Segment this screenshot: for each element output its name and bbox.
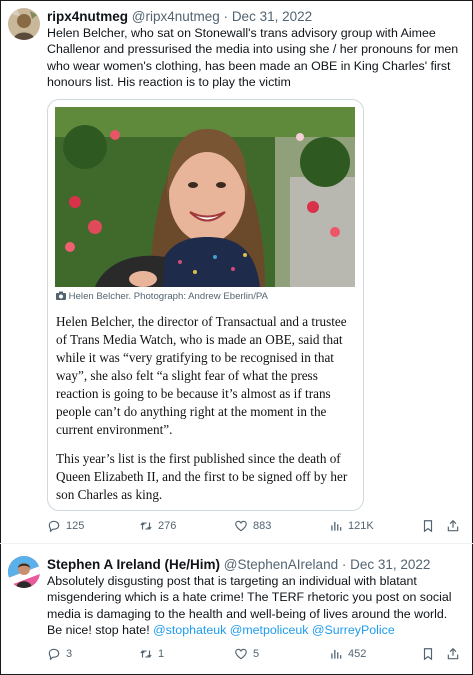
- tweet-header: Stephen A Ireland (He/Him) @StephenAIrel…: [47, 557, 430, 572]
- photo-caption: Helen Belcher. Photograph: Andrew Eberli…: [56, 291, 268, 302]
- caption-text: Helen Belcher. Photograph: Andrew Eberli…: [68, 291, 268, 302]
- like-icon: [235, 648, 247, 660]
- handle[interactable]: @ripx4nutmeg: [132, 9, 220, 24]
- retweet-count: 276: [158, 520, 177, 532]
- retweet-icon: [140, 650, 152, 658]
- bookmark-button[interactable]: [421, 647, 435, 661]
- share-icon: [447, 519, 459, 532]
- timestamp[interactable]: Dec 31, 2022: [232, 9, 312, 24]
- separator: ·: [223, 9, 229, 24]
- like-button[interactable]: 5: [234, 647, 259, 661]
- reply-count: 125: [66, 520, 85, 532]
- article-photo: [55, 107, 355, 287]
- share-icon: [447, 647, 459, 660]
- handle[interactable]: @StephenAIreland: [224, 557, 338, 572]
- tweet-1[interactable]: ripx4nutmeg @ripx4nutmeg · Dec 31, 2022 …: [0, 0, 473, 544]
- like-icon: [235, 520, 247, 532]
- reply-count: 3: [66, 648, 73, 660]
- article-card[interactable]: Helen Belcher. Photograph: Andrew Eberli…: [47, 99, 364, 511]
- mention-stophateuk[interactable]: @stophateuk: [153, 623, 226, 637]
- tweet-text: Absolutely disgusting post that is targe…: [47, 573, 465, 638]
- tweet-2[interactable]: Stephen A Ireland (He/Him) @StephenAIrel…: [0, 544, 473, 675]
- display-name[interactable]: ripx4nutmeg: [47, 9, 128, 24]
- views-count: 452: [348, 648, 367, 660]
- retweet-button[interactable]: 276: [139, 519, 176, 533]
- separator: ·: [341, 557, 347, 572]
- display-name[interactable]: Stephen A Ireland (He/Him): [47, 557, 220, 572]
- bookmark-icon: [423, 520, 433, 533]
- tweet-text: Helen Belcher, who sat on Stonewall's tr…: [47, 26, 459, 89]
- like-count: 883: [253, 520, 272, 532]
- bookmark-icon: [423, 648, 433, 661]
- reply-icon: [48, 648, 60, 661]
- bookmark-button[interactable]: [421, 519, 435, 533]
- mention-surreypolice[interactable]: @SurreyPolice: [312, 623, 395, 637]
- share-button[interactable]: [446, 519, 460, 533]
- views-icon: [331, 521, 342, 531]
- retweet-icon: [140, 522, 152, 530]
- retweet-button[interactable]: 1: [139, 647, 164, 661]
- retweet-count: 1: [158, 648, 165, 660]
- reply-button[interactable]: 3: [47, 647, 72, 661]
- avatar[interactable]: [8, 556, 40, 588]
- like-count: 5: [253, 648, 260, 660]
- avatar[interactable]: [8, 8, 40, 40]
- reply-icon: [48, 520, 60, 533]
- views-button[interactable]: 452: [329, 647, 366, 661]
- tweet-header: ripx4nutmeg @ripx4nutmeg · Dec 31, 2022: [47, 9, 312, 24]
- mention-metpoliceuk[interactable]: @metpoliceuk: [230, 623, 309, 637]
- tweet-actions: 125 276 883 121K: [47, 519, 467, 537]
- article-paragraph-1: Helen Belcher, the director of Transactu…: [56, 314, 347, 437]
- share-button[interactable]: [446, 647, 460, 661]
- tweet-actions: 3 1 5 452: [47, 647, 467, 665]
- camera-icon: [56, 291, 66, 300]
- views-button[interactable]: 121K: [329, 519, 374, 533]
- like-button[interactable]: 883: [234, 519, 271, 533]
- timestamp[interactable]: Dec 31, 2022: [350, 557, 430, 572]
- article-paragraph-2: This year’s list is the first published …: [56, 451, 348, 502]
- reply-button[interactable]: 125: [47, 519, 84, 533]
- views-icon: [331, 649, 342, 659]
- views-count: 121K: [348, 520, 374, 532]
